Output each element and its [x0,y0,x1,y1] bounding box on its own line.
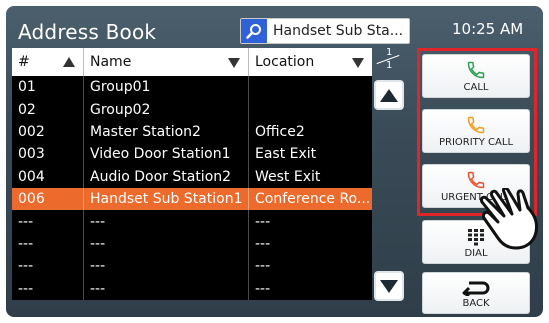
table-body: 01 Group01 02 Group02 002 Master Station2 Of… [12,76,372,300]
table-row[interactable]: 004 Audio Door Station2 West Exit [12,165,372,188]
row-location: --- [255,213,271,230]
row-number: 01 [12,76,84,99]
table-row-selected[interactable]: 006 Handset Sub Station1 Conference Ro... [12,187,372,211]
back-arrow-icon [462,281,490,296]
call-button-label: CALL [463,82,489,93]
table-row[interactable]: --- --- --- [12,277,372,300]
row-location: East Exit [255,146,317,163]
row-location: Office2 [255,123,305,140]
row-number: 02 [12,98,84,121]
row-name: Group02 [84,98,249,121]
page-current: 1 [386,47,393,58]
row-number: --- [12,277,84,300]
scroll-down-button[interactable] [374,271,404,301]
row-location: --- [255,235,271,252]
page-indicator: 1 1 [372,46,406,72]
priority-call-button-label: PRIORITY CALL [438,137,514,148]
arrow-up-icon [380,88,398,102]
row-number: 006 [12,187,84,211]
table-row[interactable]: --- --- --- [12,255,372,278]
row-name: --- [84,255,249,278]
row-number: 004 [12,165,84,188]
column-header-location[interactable]: Location [249,48,372,76]
table-row[interactable]: --- --- --- [12,210,372,233]
phone-icon [467,171,485,189]
back-button-label: BACK [462,298,490,309]
row-number: --- [12,210,84,233]
call-button[interactable]: CALL [422,54,530,98]
row-name: Group01 [84,76,249,99]
column-header-number[interactable]: # [12,48,84,76]
table-row[interactable]: 02 Group02 [12,98,372,121]
phone-icon [467,61,485,79]
device-frame: Address Book Handset Sub Sta... 10:25 AM… [0,0,549,323]
row-location: --- [255,258,271,275]
row-number: 002 [12,120,84,144]
row-location [249,76,372,98]
pointing-hand-icon [480,188,538,250]
row-location: --- [255,280,271,297]
table-header: # Name Location [12,48,372,76]
row-name: --- [84,277,249,300]
row-name: --- [84,210,249,233]
page-total: 1 [386,60,393,71]
sort-descending-icon [352,58,364,68]
row-name: Video Door Station1 [84,143,249,166]
scroll-up-button[interactable] [374,80,404,110]
row-name: Audio Door Station2 [84,165,249,188]
row-name: Handset Sub Station1 [84,187,249,211]
priority-call-button[interactable]: PRIORITY CALL [422,109,530,153]
row-number: --- [12,232,84,256]
address-table: # Name Location 01 Group01 02 Group02 002 M… [12,48,372,300]
clock: 10:25 AM [452,20,524,38]
row-number: --- [12,255,84,278]
row-name: Master Station2 [84,120,249,144]
table-row[interactable]: 003 Video Door Station1 East Exit [12,143,372,166]
row-location: Conference Ro... [255,191,371,208]
table-row[interactable]: 01 Group01 [12,76,372,99]
row-number: 003 [12,143,84,166]
phone-icon [467,116,485,134]
arrow-down-icon [380,279,398,293]
column-header-name[interactable]: Name [84,48,249,76]
screen: Address Book Handset Sub Sta... 10:25 AM… [6,6,543,317]
table-row[interactable]: 002 Master Station2 Office2 [12,120,372,144]
search-value: Handset Sub Sta... [273,23,404,39]
sort-ascending-icon [63,57,75,67]
row-location: West Exit [255,168,321,185]
search-icon[interactable] [241,19,267,43]
table-row[interactable]: --- --- --- [12,232,372,256]
row-location [249,98,372,120]
search-field[interactable]: Handset Sub Sta... [240,18,410,44]
back-button[interactable]: BACK [422,272,530,314]
page-title: Address Book [18,20,157,44]
sort-descending-icon [228,58,240,68]
row-name: --- [84,232,249,256]
